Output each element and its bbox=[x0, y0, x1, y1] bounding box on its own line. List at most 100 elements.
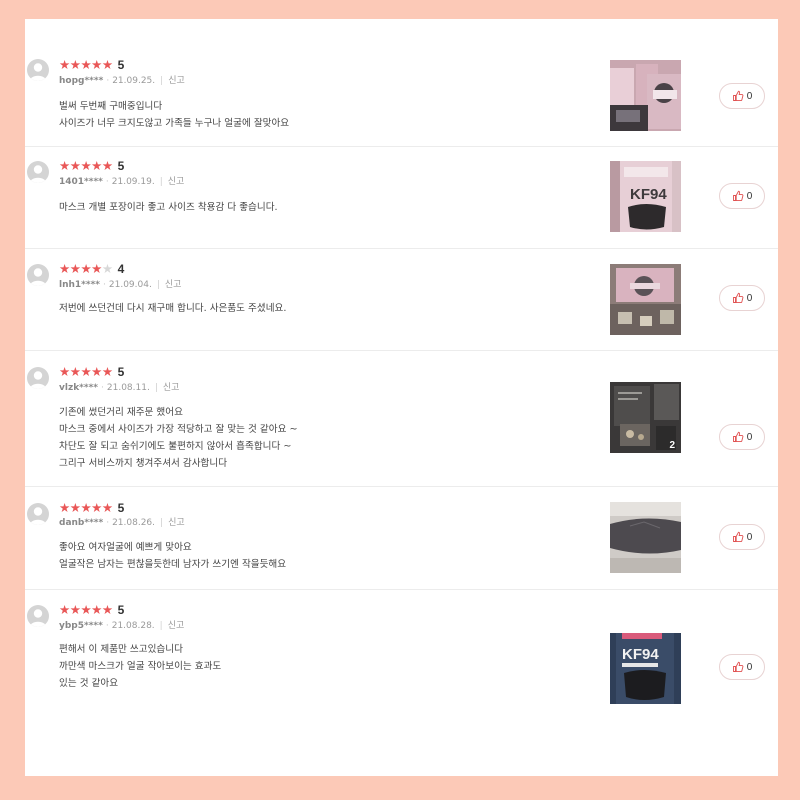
like-count: 0 bbox=[746, 531, 753, 543]
star-icon: ★ bbox=[91, 57, 102, 72]
thumbs-up-icon bbox=[732, 661, 744, 673]
review-line: 마스크 중에서 사이즈가 가장 적당하고 잘 맞는 것 같아요 ~ bbox=[59, 424, 298, 435]
review-line: 그리구 서비스까지 챙겨주셔서 감사합니다 bbox=[59, 458, 228, 469]
rating-stars: ★ ★ ★ ★ ★ 5 bbox=[59, 602, 124, 618]
like-button[interactable]: 0 bbox=[719, 424, 765, 450]
report-link[interactable]: 신고 bbox=[168, 177, 185, 187]
review-text: 좋아요 여자얼굴에 예쁘게 맞아요얼굴작은 남자는 편찮을듯한데 남자가 쓰기엔… bbox=[59, 539, 286, 573]
rating-stars: ★ ★ ★ ★ ★ 5 bbox=[59, 500, 125, 516]
report-link[interactable]: 신고 bbox=[165, 280, 182, 290]
review-line: 저번에 쓰던건데 다시 재구매 합니다. 사은품도 주셨네요. bbox=[59, 303, 287, 314]
rating-stars: ★ ★ ★ ★ ★ 5 bbox=[59, 364, 125, 380]
report-link[interactable]: 신고 bbox=[168, 621, 185, 631]
rating-score: 4 bbox=[117, 262, 125, 276]
rating-score: 5 bbox=[117, 365, 125, 379]
review-meta: lnh1**** · 21.09.04. | 신고 bbox=[59, 280, 182, 290]
review-line: 까만색 마스크가 얼굴 작아보이는 효과도 bbox=[59, 661, 222, 672]
star-icon: ★ bbox=[59, 602, 70, 617]
star-icon: ★ bbox=[59, 500, 70, 515]
review-meta: vlzk**** · 21.08.11. | 신고 bbox=[59, 383, 180, 393]
review-photo[interactable]: 2 bbox=[610, 382, 681, 453]
thumbs-up-icon bbox=[732, 90, 744, 102]
like-button[interactable]: 0 bbox=[719, 654, 765, 680]
rating-score: 5 bbox=[117, 501, 125, 515]
review-date: 21.09.19. bbox=[111, 177, 155, 187]
review-text: 벌써 두번째 구매중입니다 사이즈가 너무 크지도않고 가족들 누구나 얼굴에 잘… bbox=[59, 98, 289, 132]
review-text: 마스크 개별 포장이라 좋고 사이즈 착용감 다 좋습니다. bbox=[59, 199, 278, 216]
review-text: 편해서 이 제품만 쓰고있습니다 까만색 마스크가 얼굴 작아보이는 효과도 있는 … bbox=[59, 641, 221, 692]
reviewer-id: ybp5**** bbox=[59, 621, 103, 631]
review-photo[interactable] bbox=[610, 502, 681, 573]
thumbs-up-icon bbox=[732, 292, 744, 304]
reviewer-id: vlzk**** bbox=[59, 383, 99, 393]
review-line: 벌써 두번째 구매중입니다 bbox=[59, 101, 163, 112]
review-meta: ybp5**** · 21.08.28. | 신고 bbox=[59, 621, 185, 631]
review-line: 마스크 개별 포장이라 좋고 사이즈 착용감 다 좋습니다. bbox=[59, 202, 278, 213]
default-avatar-icon bbox=[27, 605, 49, 627]
svg-text:KF94: KF94 bbox=[622, 646, 659, 663]
review-photo[interactable]: KF94 bbox=[610, 633, 681, 704]
star-icon: ★ bbox=[69, 500, 81, 515]
default-avatar-icon bbox=[27, 264, 49, 286]
review-line: 얼굴작은 남자는 편찮을듯한데 남자가 쓰기엔 작을듯해요 bbox=[59, 559, 287, 570]
review-photo[interactable]: KF94 bbox=[610, 161, 681, 232]
review-meta: 1401**** · 21.09.19. | 신고 bbox=[59, 177, 185, 187]
default-avatar-icon bbox=[27, 59, 49, 81]
star-icon: ★ bbox=[101, 364, 113, 379]
review-date: 21.09.04. bbox=[108, 280, 152, 290]
review-text: 저번에 쓰던건데 다시 재구매 합니다. 사은품도 주셨네요. bbox=[59, 300, 286, 317]
report-link[interactable]: 신고 bbox=[168, 518, 185, 528]
star-icon: ★ bbox=[91, 500, 102, 515]
review-line: 기존에 썼던거리 재주문 했어요 bbox=[59, 407, 183, 418]
report-link[interactable]: 신고 bbox=[168, 76, 185, 86]
review-date: 21.08.28. bbox=[111, 621, 155, 631]
default-avatar-icon bbox=[27, 503, 49, 525]
review-line: 좋아요 여자얼굴에 예쁘게 맞아요 bbox=[59, 542, 192, 553]
star-icon: ★ bbox=[80, 602, 92, 617]
review-line: 편해서 이 제품만 쓰고있습니다 bbox=[59, 644, 183, 655]
like-count: 0 bbox=[746, 431, 753, 443]
review-item: ★ ★ ★ ★ ★ 5 vlzk**** · 21.08.11. | 신고 기존에 썼던거리 재주… bbox=[25, 351, 778, 487]
star-icon: ★ bbox=[80, 364, 92, 379]
reviewer-id: lnh1**** bbox=[59, 280, 100, 290]
review-item: ★ ★ ★ ★ ★ 4 lnh1**** · 21.09.04. | 신고 저번에 쓰던건데 다시… bbox=[25, 249, 778, 351]
thumbs-up-icon bbox=[732, 531, 744, 543]
star-icon: ★ bbox=[69, 364, 81, 379]
like-count: 0 bbox=[746, 661, 753, 673]
star-icon: ★ bbox=[101, 158, 113, 173]
default-avatar-icon bbox=[27, 161, 49, 183]
star-icon: ★ bbox=[101, 500, 113, 515]
star-icon: ★ bbox=[80, 158, 92, 173]
like-button[interactable]: 0 bbox=[719, 83, 765, 109]
review-photo[interactable] bbox=[610, 264, 681, 335]
photo-count: 2 bbox=[669, 440, 675, 451]
review-photo[interactable] bbox=[610, 60, 681, 131]
like-button[interactable]: 0 bbox=[719, 183, 765, 209]
rating-score: 5 bbox=[117, 159, 125, 173]
star-icon: ★ bbox=[59, 261, 70, 276]
star-icon: ★ bbox=[91, 602, 102, 617]
like-button[interactable]: 0 bbox=[719, 285, 765, 311]
star-icon: ★ bbox=[80, 57, 92, 72]
report-link[interactable]: 신고 bbox=[163, 383, 180, 393]
star-icon: ★ bbox=[69, 158, 81, 173]
star-icon: ★ bbox=[101, 602, 113, 617]
like-count: 0 bbox=[746, 190, 753, 202]
review-meta: hopg**** · 21.09.25. | 신고 bbox=[59, 76, 185, 86]
star-icon: ★ bbox=[91, 364, 102, 379]
reviewer-id: 1401**** bbox=[59, 177, 103, 187]
review-meta: danb**** · 21.08.26. | 신고 bbox=[59, 518, 185, 528]
star-icon: ★ bbox=[101, 57, 113, 72]
review-list: ★ ★ ★ ★ ★ 5 hopg**** · 21.09.25. | 신고 벌써 두번째 구매중입… bbox=[25, 19, 778, 776]
like-button[interactable]: 0 bbox=[719, 524, 765, 550]
rating-stars: ★ ★ ★ ★ ★ 5 bbox=[59, 57, 124, 73]
star-icon: ★ bbox=[80, 500, 92, 515]
review-text: 기존에 썼던거리 재주문 했어요마스크 중에서 사이즈가 가장 적당하고 잘 맞… bbox=[59, 404, 298, 472]
star-icon: ★ bbox=[91, 261, 102, 276]
star-icon: ★ bbox=[69, 57, 81, 72]
star-icon: ★ bbox=[59, 158, 70, 173]
rating-stars: ★ ★ ★ ★ ★ 4 bbox=[59, 261, 125, 277]
default-avatar-icon bbox=[27, 367, 49, 389]
star-icon: ★ bbox=[59, 364, 70, 379]
star-icon: ★ bbox=[59, 57, 70, 72]
